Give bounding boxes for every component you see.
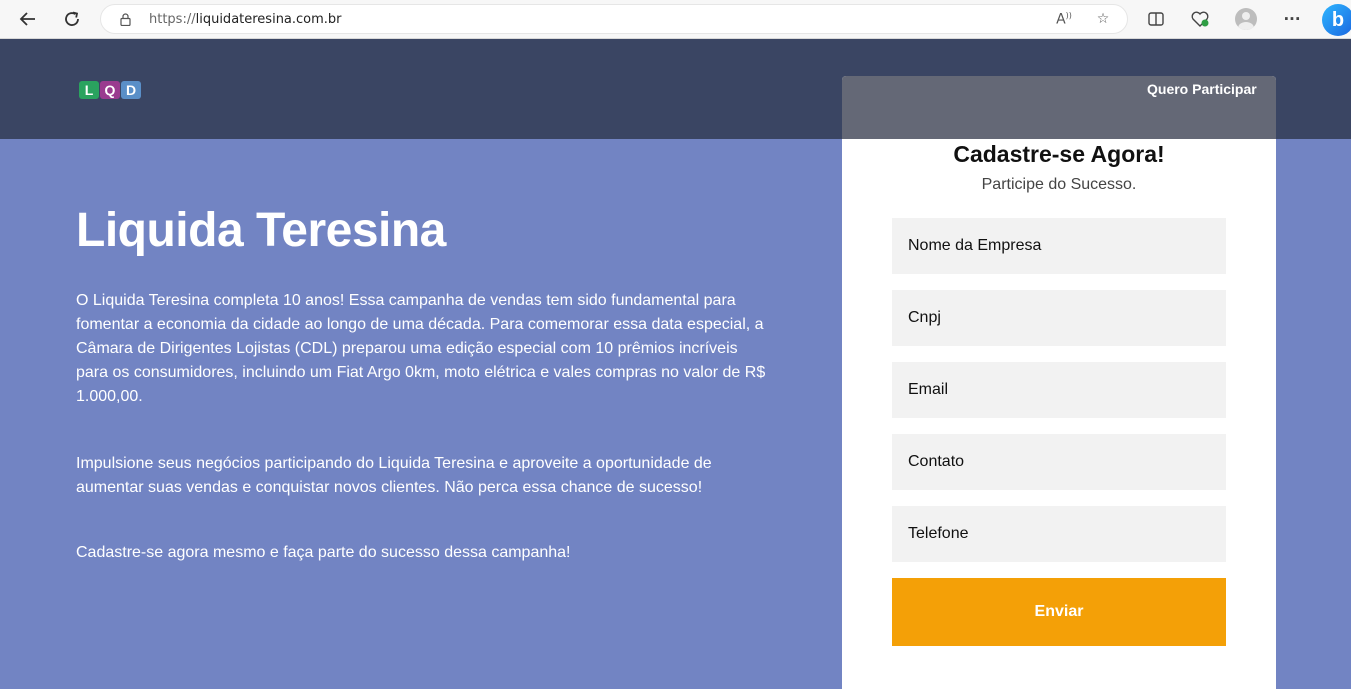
read-aloud-icon[interactable]: A))	[1054, 11, 1074, 29]
intro-paragraph: O Liquida Teresina completa 10 anos! Ess…	[76, 292, 766, 405]
logo-letter: L	[79, 81, 99, 99]
split-screen-icon[interactable]	[1145, 8, 1167, 30]
invite-paragraph: Impulsione seus negócios participando do…	[76, 455, 712, 496]
profile-avatar-icon[interactable]	[1235, 8, 1257, 30]
url-host: liquidateresina.com.br	[195, 12, 342, 27]
company-name-field[interactable]	[892, 218, 1226, 274]
more-icon[interactable]: ···	[1281, 8, 1303, 30]
browser-health-icon[interactable]	[1189, 8, 1211, 30]
page-title: Liquida Teresina	[76, 204, 446, 257]
address-bar[interactable]: https://liquidateresina.com.br A)) ☆	[100, 4, 1128, 34]
submit-button[interactable]: Enviar	[892, 578, 1226, 646]
form-subtitle: Participe do Sucesso.	[981, 176, 1137, 193]
lock-icon[interactable]	[120, 13, 131, 27]
favorite-icon[interactable]: ☆	[1093, 11, 1113, 29]
logo-letter: Q	[100, 81, 120, 99]
quero-participar-link[interactable]: Quero Participar	[1147, 81, 1257, 97]
contact-field[interactable]	[892, 434, 1226, 490]
url-protocol: https://	[149, 12, 196, 27]
email-field[interactable]	[892, 362, 1226, 418]
signup-paragraph: Cadastre-se agora mesmo e faça parte do …	[76, 544, 571, 561]
browser-toolbar: https://liquidateresina.com.br A)) ☆ ···…	[0, 0, 1351, 39]
bing-copilot-icon[interactable]: b	[1322, 4, 1351, 36]
url-text: https://liquidateresina.com.br	[149, 12, 342, 27]
site-logo[interactable]: L Q D	[79, 81, 141, 99]
cnpj-field[interactable]	[892, 290, 1226, 346]
form-title: Cadastre-se Agora!	[953, 141, 1165, 167]
phone-field[interactable]	[892, 506, 1226, 562]
back-icon[interactable]	[15, 7, 41, 31]
logo-letter: D	[121, 81, 141, 99]
refresh-icon[interactable]	[59, 7, 85, 31]
